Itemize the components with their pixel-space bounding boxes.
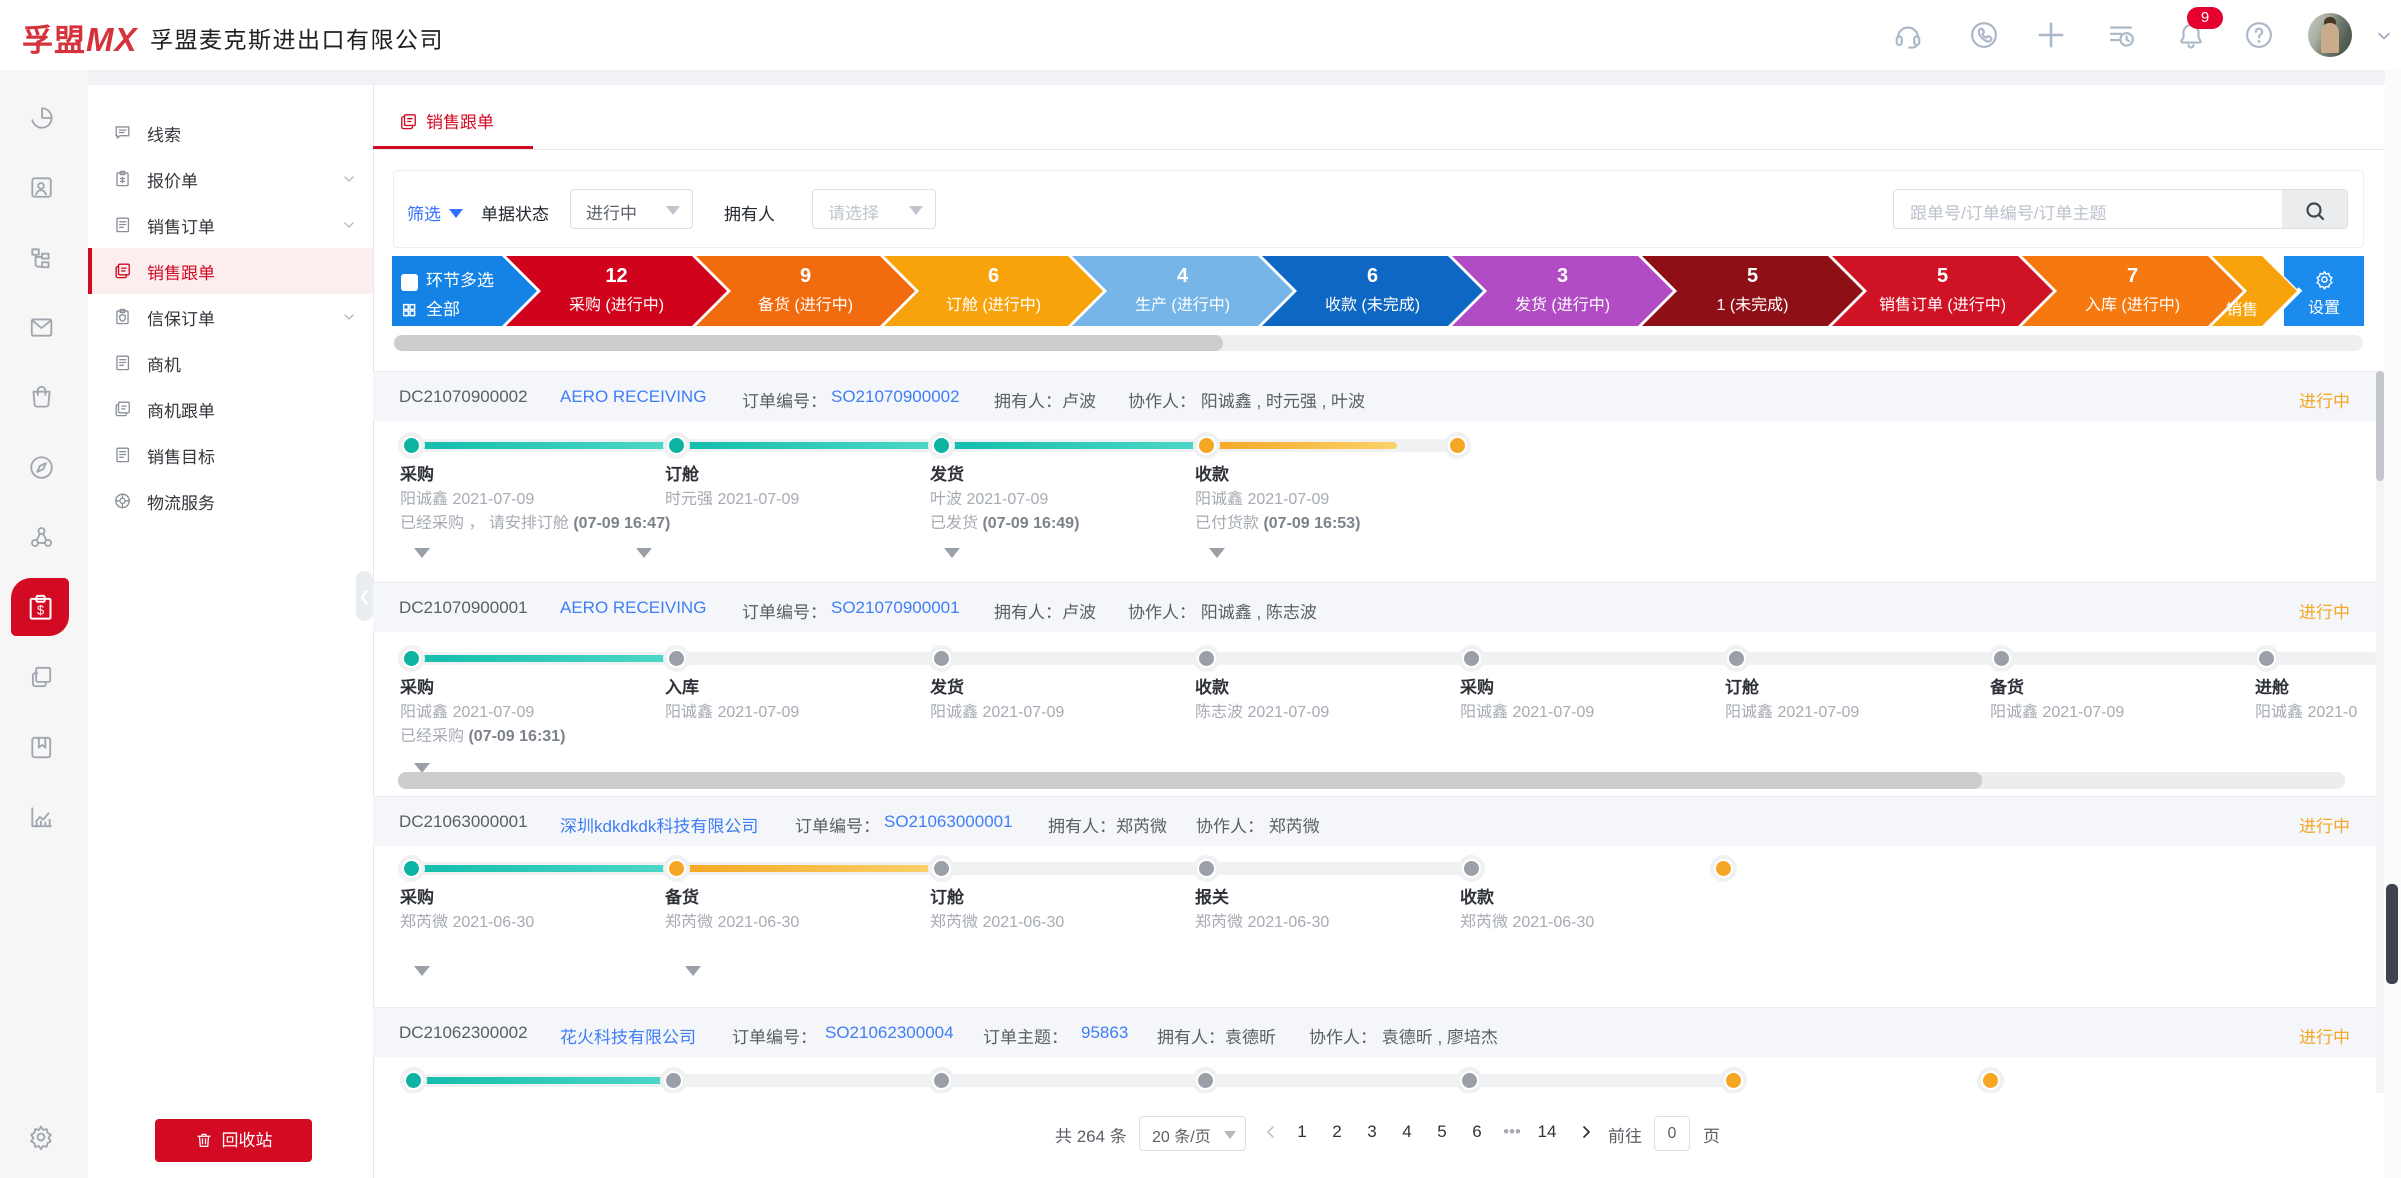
svg-text:$: $: [37, 603, 44, 618]
